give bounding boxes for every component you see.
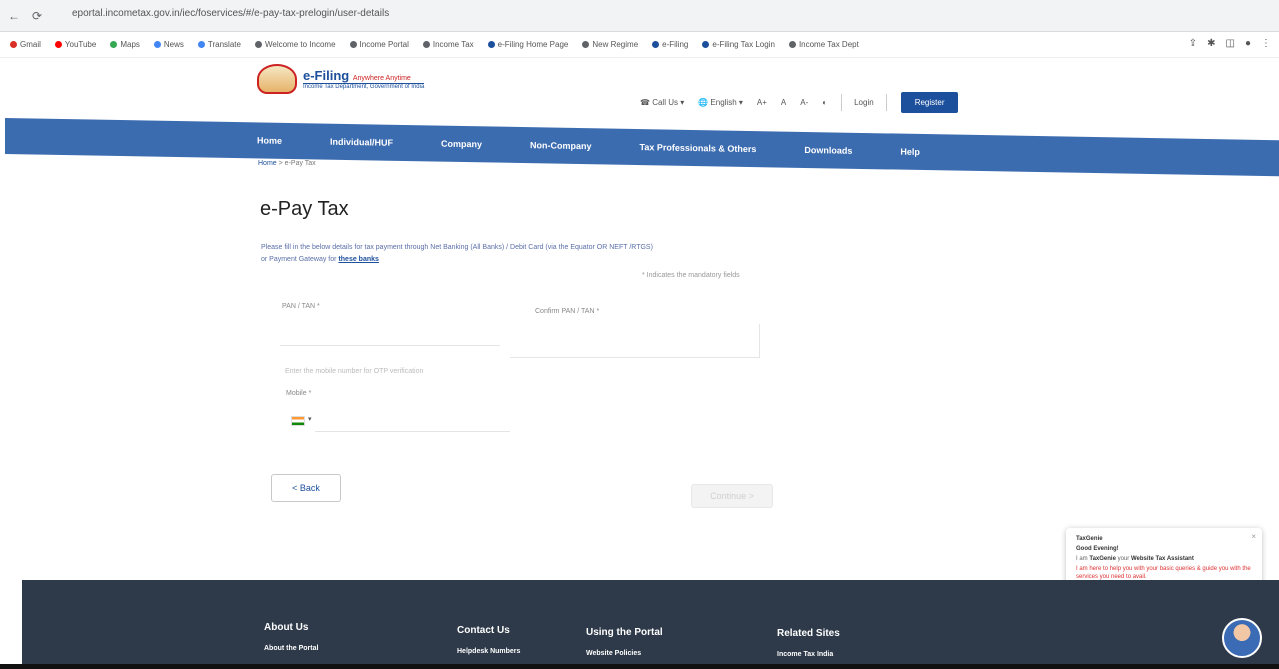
bookmark-item[interactable]: e-Filing: [652, 40, 688, 49]
breadcrumb: Home > e-Pay Tax: [258, 160, 316, 167]
font-normal-button[interactable]: A: [781, 98, 786, 107]
main-nav: Home Individual/HUF Company Non-Company Tax …: [5, 118, 1279, 177]
font-decrease-button[interactable]: A-: [800, 98, 808, 107]
logo-tagline: Anywhere Anytime: [352, 75, 411, 82]
logo-title: e-Filing: [303, 68, 350, 83]
chat-bot-name: TaxGenie: [1076, 536, 1103, 542]
address-bar[interactable]: eportal.incometax.gov.in/iec/foservices/…: [72, 8, 389, 19]
bookmark-item[interactable]: Income Tax: [422, 40, 474, 49]
bookmark-favicon-icon: [153, 41, 161, 48]
footer-using: Using the Portal Website Policies: [586, 627, 663, 657]
footer-using-link[interactable]: Website Policies: [586, 650, 663, 657]
bookmark-favicon-icon: [652, 41, 660, 48]
mobile-input[interactable]: [315, 408, 510, 432]
login-button[interactable]: Login: [841, 94, 887, 111]
mandatory-note: * Indicates the mandatory fields: [642, 272, 740, 279]
bookmark-item[interactable]: e-Filing Home Page: [487, 40, 568, 49]
bookmark-item[interactable]: Welcome to Income: [254, 40, 336, 49]
breadcrumb-current: e-Pay Tax: [284, 160, 316, 167]
font-increase-button[interactable]: A+: [757, 98, 767, 107]
back-arrow-icon[interactable]: ←: [8, 9, 20, 23]
continue-button[interactable]: Continue >: [691, 484, 773, 508]
bookmark-item[interactable]: Maps: [110, 40, 140, 49]
bookmark-favicon-icon: [702, 41, 710, 48]
extension-icons: ⇪ ✱ ◫ ● ⋮: [1189, 38, 1271, 49]
bookmark-item[interactable]: e-Filing Tax Login: [702, 40, 775, 49]
bookmark-item[interactable]: Income Portal: [349, 40, 409, 49]
pan-input[interactable]: [280, 318, 500, 346]
bookmark-item[interactable]: YouTube: [54, 40, 96, 49]
bookmark-item[interactable]: New Regime: [582, 40, 638, 49]
breadcrumb-home[interactable]: Home: [258, 160, 277, 167]
these-banks-link[interactable]: these banks: [338, 256, 378, 263]
bookmark-favicon-icon: [254, 41, 262, 48]
nav-item-downloads[interactable]: Downloads: [804, 145, 852, 156]
bookmark-item[interactable]: Income Tax Dept: [788, 40, 859, 49]
nav-item-non-company[interactable]: Non-Company: [530, 140, 592, 151]
extension-icon[interactable]: ✱: [1207, 38, 1215, 49]
chevron-down-icon[interactable]: ▾: [308, 415, 312, 423]
bookmark-item[interactable]: Translate: [197, 40, 241, 49]
logo-subtitle: Income Tax Department, Government of Ind…: [303, 83, 425, 90]
nav-item-company[interactable]: Company: [441, 139, 482, 150]
bookmark-item[interactable]: News: [153, 40, 184, 49]
nav-item-tax-professionals-others[interactable]: Tax Professionals & Others: [640, 142, 757, 154]
bookmark-favicon-icon: [110, 41, 118, 48]
bookmarks-bar: Gmail YouTube Maps News Translate Welcome to …: [0, 32, 1279, 58]
register-button[interactable]: Register: [900, 92, 959, 113]
bookmark-favicon-icon: [10, 41, 17, 48]
call-us-link[interactable]: ☎ Call Us ▾: [640, 98, 684, 107]
footer-about-link[interactable]: About the Portal: [264, 645, 318, 652]
language-selector[interactable]: 🌐 English ▾: [698, 98, 743, 107]
chatbot-avatar[interactable]: [1222, 618, 1262, 658]
instructions-text: Please fill in the below details for tax…: [261, 244, 653, 263]
menu-icon[interactable]: ⋮: [1261, 38, 1271, 49]
back-button[interactable]: < Back: [271, 474, 341, 502]
confirm-pan-label: Confirm PAN / TAN *: [535, 308, 600, 315]
footer-contact: Contact Us Helpdesk Numbers: [457, 625, 521, 655]
browser-nav-buttons: ← ⟳: [8, 9, 42, 23]
chat-greeting: Good Evening!: [1076, 546, 1119, 552]
bookmark-favicon-icon: [197, 41, 205, 48]
bookmark-favicon-icon: [54, 41, 62, 48]
nav-item-individual-huf[interactable]: Individual/HUF: [330, 137, 393, 148]
header-actions: ☎ Call Us ▾ 🌐 English ▾ A+ A A- ◐ Login …: [640, 92, 959, 113]
efiling-logo[interactable]: e-Filing Anywhere Anytime Income Tax Dep…: [257, 64, 425, 94]
bookmark-favicon-icon: [582, 41, 590, 48]
footer-contact-link[interactable]: Helpdesk Numbers: [457, 648, 520, 655]
page-title: e-Pay Tax: [260, 198, 349, 220]
footer-related: Related Sites Income Tax India: [777, 628, 840, 658]
mobile-label: Mobile *: [286, 390, 312, 397]
footer: About Us About the Portal Contact Us Hel…: [22, 580, 1279, 669]
emblem-icon: [257, 64, 297, 94]
nav-item-help[interactable]: Help: [900, 147, 920, 157]
confirm-pan-input[interactable]: [510, 324, 760, 358]
bookmark-favicon-icon: [349, 41, 357, 48]
contrast-icon[interactable]: ◐: [822, 98, 827, 107]
bookmark-item[interactable]: Gmail: [10, 40, 41, 49]
share-icon[interactable]: ⇪: [1189, 38, 1197, 49]
bookmark-favicon-icon: [487, 41, 495, 48]
chat-message: I am here to help you with your basic qu…: [1076, 566, 1251, 580]
bookmark-favicon-icon: [422, 41, 430, 48]
bookmark-favicon-icon: [788, 41, 796, 48]
browser-toolbar: ← ⟳ eportal.incometax.gov.in/iec/foservi…: [0, 0, 1279, 32]
pan-label: PAN / TAN *: [282, 303, 320, 310]
profile-icon[interactable]: ●: [1245, 38, 1251, 49]
india-flag-icon[interactable]: [291, 416, 305, 426]
footer-about: About Us About the Portal: [264, 622, 319, 652]
sidepanel-icon[interactable]: ◫: [1226, 38, 1235, 49]
screen-edge: [0, 664, 1279, 669]
close-icon[interactable]: ×: [1251, 532, 1256, 541]
otp-note: Enter the mobile number for OTP verifica…: [285, 368, 424, 375]
nav-item-home[interactable]: Home: [257, 135, 282, 145]
reload-icon[interactable]: ⟳: [32, 9, 42, 23]
chat-intro: I am TaxGenie your Website Tax Assistant: [1076, 556, 1194, 562]
footer-related-link[interactable]: Income Tax India: [777, 651, 840, 658]
